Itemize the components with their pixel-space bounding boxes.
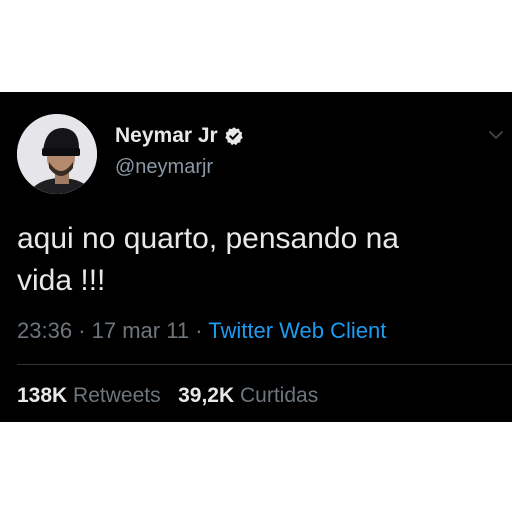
meta-separator: · [195,318,203,343]
likes-count: 39,2K [178,384,235,407]
avatar-photo [17,114,97,194]
tweet-date[interactable]: 17 mar 11 [92,318,189,343]
likes-stat[interactable]: 39,2K Curtidas [178,384,318,407]
chevron-down-icon[interactable] [487,128,505,140]
tweet-time[interactable]: 23:36 [17,318,72,343]
display-name[interactable]: Neymar Jr [115,124,218,148]
tweet-metadata: 23:36 · 17 mar 11 · Twitter Web Client [17,318,386,344]
author-handle[interactable]: @neymarjr [115,156,213,179]
likes-label: Curtidas [240,384,319,407]
tweet-text-line: aqui no quarto, pensando na [17,222,399,255]
meta-separator: · [78,318,86,343]
tweet-text-line: vida !!! [17,264,106,297]
tweet-text: aqui no quarto, pensando na vida !!! [17,218,497,302]
retweets-count: 138K [17,384,68,407]
tweet-card: Neymar Jr @neymarjr aqui no quarto, pens… [0,92,512,422]
verified-badge-icon [224,126,244,146]
retweets-stat[interactable]: 138K Retweets [17,384,166,407]
divider [17,364,512,365]
avatar[interactable] [17,114,97,194]
author-name-row[interactable]: Neymar Jr [115,124,244,148]
retweets-label: Retweets [73,384,161,407]
tweet-source-link[interactable]: Twitter Web Client [208,318,386,343]
engagement-stats: 138K Retweets 39,2K Curtidas [17,384,318,408]
